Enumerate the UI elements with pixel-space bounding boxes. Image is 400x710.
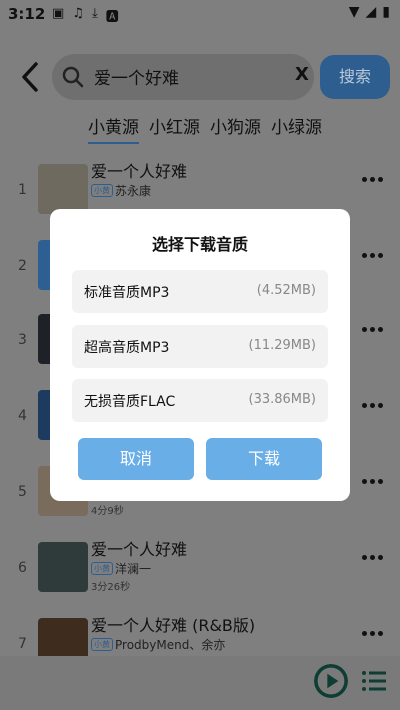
- song-number: 5: [18, 484, 27, 500]
- option-size: (33.86MB): [248, 392, 317, 407]
- song-number: 6: [18, 560, 27, 576]
- more-options-icon[interactable]: [362, 628, 388, 638]
- more-options-icon[interactable]: [362, 324, 388, 334]
- song-number: 7: [18, 636, 27, 652]
- option-name: 无损音质FLAC: [84, 394, 176, 410]
- option-size: (11.29MB): [248, 338, 317, 353]
- source-badge: 小黄: [91, 184, 113, 197]
- song-number: 4: [18, 408, 27, 424]
- search-input[interactable]: [52, 54, 314, 100]
- playlist-icon[interactable]: [360, 668, 388, 694]
- music-icon: ♫: [72, 6, 84, 21]
- option-name: 超高音质MP3: [84, 340, 170, 356]
- song-row[interactable]: 6 爱一个人好难 小黄 洋澜一 3分26秒: [0, 540, 400, 618]
- source-badge: 小黄: [91, 638, 113, 651]
- tab-xiaohong[interactable]: 小红源: [149, 116, 200, 144]
- song-meta: 小黄 ProdbyMend、余亦: [91, 636, 225, 653]
- battery-icon: ▮: [382, 4, 390, 20]
- download-quality-dialog: 选择下载音质 标准音质MP3 (4.52MB) 超高音质MP3 (11.29MB…: [50, 209, 350, 501]
- quality-option-standard-mp3[interactable]: 标准音质MP3 (4.52MB): [72, 270, 328, 313]
- tab-xiaogou[interactable]: 小狗源: [210, 116, 261, 144]
- album-thumbnail: [38, 164, 88, 214]
- song-number: 3: [18, 332, 27, 348]
- quality-option-high-mp3[interactable]: 超高音质MP3 (11.29MB): [72, 325, 328, 368]
- download-icon: ⤓: [91, 6, 98, 21]
- song-meta: 小黄 洋澜一: [91, 560, 151, 577]
- tab-xiaohuang[interactable]: 小黄源: [88, 116, 139, 144]
- more-options-icon[interactable]: [362, 250, 388, 260]
- wifi-icon: ▼: [348, 4, 360, 20]
- song-meta: 小黄 苏永康: [91, 182, 151, 199]
- search-icon: [62, 66, 84, 88]
- song-artist: 洋澜一: [115, 562, 152, 576]
- option-size: (4.52MB): [256, 283, 316, 298]
- song-title: 爱一个人好难: [91, 162, 188, 181]
- source-badge: 小黄: [91, 562, 113, 575]
- song-number: 2: [18, 258, 27, 274]
- play-icon[interactable]: [314, 664, 348, 698]
- search-button[interactable]: 搜索: [320, 55, 390, 99]
- a-icon: 🅰: [105, 10, 119, 25]
- tab-xiaolv[interactable]: 小绿源: [271, 116, 322, 144]
- more-options-icon[interactable]: [362, 476, 388, 486]
- more-options-icon[interactable]: [362, 400, 388, 410]
- song-title: 爱一个人好难 (R&B版): [91, 616, 256, 635]
- status-system-icons: ▼ ◢ ▮: [349, 4, 390, 20]
- status-bar: 3:12 ▣ ♫ ⤓ 🅰 ▼ ◢ ▮: [0, 0, 400, 30]
- song-number: 1: [18, 182, 27, 198]
- download-button[interactable]: 下载: [206, 438, 322, 480]
- app-screen: 3:12 ▣ ♫ ⤓ 🅰 ▼ ◢ ▮ 爱一个好难 X 搜索 小黄源 小红源 小狗…: [0, 0, 400, 710]
- clear-search-button[interactable]: X: [295, 64, 309, 85]
- source-tabs: 小黄源 小红源 小狗源 小绿源: [88, 116, 322, 144]
- album-thumbnail: [38, 542, 88, 592]
- image-icon: ▣: [52, 6, 65, 21]
- song-artist: ProdbyMend、余亦: [115, 638, 226, 652]
- quality-option-lossless-flac[interactable]: 无损音质FLAC (33.86MB): [72, 379, 328, 422]
- search-query-text[interactable]: 爱一个好难: [94, 64, 179, 89]
- status-time: 3:12: [8, 5, 46, 23]
- more-options-icon[interactable]: [362, 174, 388, 184]
- option-name: 标准音质MP3: [84, 285, 170, 301]
- song-artist: 苏永康: [115, 184, 152, 198]
- song-duration: 3分26秒: [91, 582, 131, 593]
- song-title: 爱一个人好难: [91, 540, 188, 559]
- status-notification-icons: ▣ ♫ ⤓ 🅰: [52, 6, 119, 25]
- more-options-icon[interactable]: [362, 552, 388, 562]
- song-duration: 4分9秒: [91, 506, 124, 517]
- signal-icon: ◢: [365, 4, 377, 20]
- dialog-title: 选择下载音质: [151, 235, 248, 254]
- back-arrow-icon[interactable]: [16, 60, 46, 94]
- cancel-button[interactable]: 取消: [78, 438, 194, 480]
